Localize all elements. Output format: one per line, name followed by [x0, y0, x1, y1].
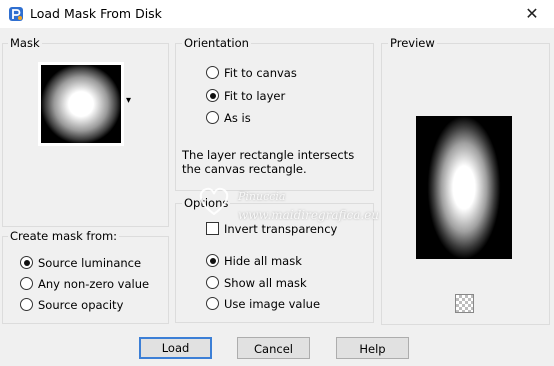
hide-all-mask-label: Hide all mask	[224, 254, 302, 268]
close-icon: ✕	[525, 4, 539, 23]
create-mask-group-label: Create mask from:	[8, 229, 120, 243]
any-non-zero-value-label: Any non-zero value	[38, 277, 150, 291]
checkbox-indicator	[206, 222, 219, 235]
orientation-note: The layer rectangle intersects the canva…	[182, 148, 355, 176]
window-title: Load Mask From Disk	[30, 6, 162, 21]
options-group-label: Options	[182, 196, 231, 210]
mask-group-label: Mask	[8, 36, 42, 50]
radio-indicator	[206, 66, 219, 79]
radio-indicator	[206, 254, 219, 267]
fit-to-canvas-label: Fit to canvas	[224, 66, 297, 80]
source-opacity-label: Source opacity	[38, 298, 124, 312]
radio-indicator	[206, 111, 219, 124]
fit-to-layer-label: Fit to layer	[224, 89, 286, 103]
source-luminance-label: Source luminance	[38, 256, 142, 270]
orientation-group-label: Orientation	[182, 36, 251, 50]
radio-indicator	[206, 297, 219, 310]
radio-indicator	[20, 277, 33, 290]
help-button[interactable]: Help	[336, 337, 409, 359]
watermark-name: Pinuccia	[238, 190, 286, 203]
preview-image	[416, 116, 512, 259]
transparency-toggle-icon[interactable]	[455, 294, 474, 313]
invert-transparency-label: Invert transparency	[224, 222, 338, 236]
radio-indicator	[206, 89, 219, 102]
radio-indicator	[20, 298, 33, 311]
preview-group-label: Preview	[388, 36, 437, 50]
mask-thumbnail[interactable]	[38, 62, 124, 146]
use-image-value-label: Use image value	[224, 297, 321, 311]
mask-dropdown-icon[interactable]: ▾	[126, 96, 131, 106]
radio-indicator	[20, 256, 33, 269]
app-icon	[9, 7, 23, 21]
mask-thumbnail-image	[41, 65, 121, 143]
cancel-button[interactable]: Cancel	[237, 337, 310, 359]
radio-indicator	[206, 276, 219, 289]
show-all-mask-label: Show all mask	[224, 276, 307, 290]
title-bar: Load Mask From Disk ✕	[0, 0, 554, 28]
load-button[interactable]: Load	[139, 337, 212, 359]
as-is-label: As is	[224, 111, 251, 125]
close-button[interactable]: ✕	[510, 0, 554, 28]
